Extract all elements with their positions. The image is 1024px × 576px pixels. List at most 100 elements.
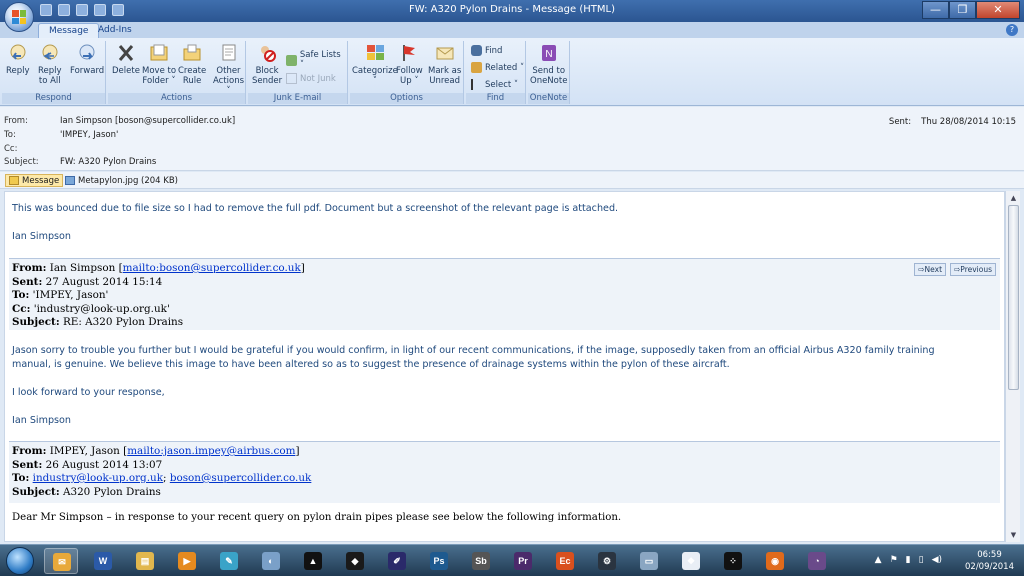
to-value[interactable]: 'IMPEY, Jason' (60, 130, 118, 140)
flag-tray-icon[interactable]: ⚑ (890, 555, 898, 565)
not-junk-button[interactable]: Not Junk (286, 73, 336, 84)
group-label-find: Find (466, 93, 525, 104)
cc-row: Cc: (4, 144, 18, 154)
window-title: FW: A320 Pylon Drains - Message (HTML) (409, 4, 615, 15)
close-button[interactable]: ✕ (976, 1, 1020, 19)
taskbar-app-notes[interactable]: ✎ (212, 548, 246, 574)
group-label-actions: Actions (108, 93, 245, 104)
cursor-icon (471, 79, 482, 90)
taskbar-app-outlook[interactable]: ✉ (44, 548, 78, 574)
tab-add-ins[interactable]: Add-Ins (88, 23, 142, 38)
attachment-message[interactable]: Message (5, 174, 64, 187)
rhombus-icon: ▲ (304, 552, 322, 570)
categorize-button[interactable]: Categorize ˅ (352, 43, 398, 86)
signature-1: Ian Simpson (12, 231, 71, 242)
group-label-options: Options (350, 93, 463, 104)
taskbar-app-steam[interactable]: ⚙ (590, 548, 624, 574)
taskbar-app-tor[interactable]: ◔ (800, 548, 834, 574)
minimize-button[interactable]: — (922, 1, 949, 19)
group-label-junk-email: Junk E-mail (248, 93, 347, 104)
taskbar-app-explorer[interactable]: ▤ (128, 548, 162, 574)
create-rule-button[interactable]: Create Rule (178, 43, 206, 86)
other-actions-button[interactable]: Other Actions ˅ (212, 43, 245, 96)
flag-icon (403, 45, 416, 61)
from-row: From: Ian Simpson [boson@supercollider.co… (4, 116, 236, 126)
move-to-folder-button[interactable]: Move to Folder ˅ (142, 43, 176, 86)
send-to-onenote-button[interactable]: N Send to OneNote (530, 43, 567, 86)
select-button[interactable]: Select ˅ (471, 79, 518, 90)
mailto-link-boson[interactable]: mailto:boson@supercollider.co.uk (123, 262, 301, 274)
taskbar-app-blackberry[interactable]: ⁘ (716, 548, 750, 574)
attachments-bar: Message Metapylon.jpg (204 KB) (0, 172, 1024, 189)
vertical-scrollbar[interactable]: ▲ ▼ (1005, 191, 1020, 542)
onenote-icon: N (541, 45, 556, 61)
attachment-metapylon[interactable]: Metapylon.jpg (204 KB) (62, 174, 181, 187)
previous-button[interactable]: ⇨Previous (950, 263, 996, 276)
delete-icon (118, 45, 134, 61)
mark-as-unread-button[interactable]: Mark as Unread (428, 43, 461, 86)
reply-icon (10, 44, 26, 60)
network-icon[interactable]: ▮ (906, 555, 911, 565)
subject-value: FW: A320 Pylon Drains (60, 157, 157, 167)
reply-all-button[interactable]: Reply to All (38, 43, 62, 86)
quoted-header-2: From: IMPEY, Jason [mailto:jason.impey@a… (9, 441, 1000, 503)
quoted-header-1: ⇨Next ⇨Previous From: Ian Simpson [mailt… (9, 258, 1000, 330)
delete-button[interactable]: Delete (112, 43, 140, 76)
taskbar-app-firefox[interactable]: ◉ (758, 548, 792, 574)
group-junk-email: Block Sender Safe Lists ˅ Not Junk Junk E… (248, 41, 348, 104)
taskbar-app-gamepad[interactable]: ◆ (338, 548, 372, 574)
taskbar-app-media[interactable]: ▶ (170, 548, 204, 574)
forward-button[interactable]: Forward (70, 43, 104, 76)
from-value[interactable]: Ian Simpson [boson@supercollider.co.uk] (60, 116, 235, 126)
help-icon[interactable]: ? (1006, 24, 1018, 36)
find-button[interactable]: Find (471, 45, 502, 56)
taskbar-app-rhombus[interactable]: ▲ (296, 548, 330, 574)
follow-up-button[interactable]: Follow Up ˅ (396, 43, 423, 86)
scroll-down-icon[interactable]: ▼ (1007, 529, 1020, 541)
taskbar-app-slides[interactable]: Ec (548, 548, 582, 574)
scroll-up-icon[interactable]: ▲ (1007, 192, 1020, 204)
volume-icon[interactable]: ◀) (932, 555, 942, 565)
pen-icon: ✐ (388, 552, 406, 570)
taskbar-app-word[interactable]: W (86, 548, 120, 574)
office-button[interactable] (4, 2, 34, 32)
to-row: To: 'IMPEY, Jason' (4, 130, 119, 140)
message-header: From: Ian Simpson [boson@supercollider.co… (0, 107, 1024, 171)
soundbooth-icon: Sb (472, 552, 490, 570)
clock-date: 02/09/2014 (965, 562, 1014, 572)
taskbar-app-photoshop[interactable]: Ps (422, 548, 456, 574)
group-respond: Reply Reply to All Forward Respond (2, 41, 106, 104)
related-icon (471, 62, 482, 73)
taskbar-app-premiere[interactable]: Pr (506, 548, 540, 574)
blackberry-icon: ⁘ (724, 552, 742, 570)
scroll-thumb[interactable] (1008, 205, 1019, 390)
maximize-button[interactable]: ❐ (949, 1, 976, 19)
outlook-icon: ✉ (53, 553, 71, 571)
link-boson[interactable]: boson@supercollider.co.uk (170, 472, 312, 484)
intro-paragraph: This was bounced due to file size so I h… (12, 203, 619, 214)
related-button[interactable]: Related ˅ (471, 62, 524, 73)
next-button[interactable]: ⇨Next (914, 263, 947, 276)
steam-icon: ⚙ (598, 552, 616, 570)
reply-all-icon (42, 44, 58, 60)
show-hidden-icon[interactable]: ▲ (875, 555, 882, 565)
taskbar-app-soundbooth[interactable]: Sb (464, 548, 498, 574)
clock[interactable]: 06:59 02/09/2014 (965, 549, 1014, 573)
notes-icon: ✎ (220, 552, 238, 570)
start-button[interactable] (6, 547, 34, 575)
not-junk-icon (286, 73, 297, 84)
taskbar-app-paint[interactable]: ◐ (254, 548, 288, 574)
message-body[interactable]: This was bounced due to file size so I h… (4, 191, 1005, 542)
safe-lists-button[interactable]: Safe Lists ˅ (286, 50, 347, 70)
block-sender-button[interactable]: Block Sender (252, 43, 282, 86)
slides-icon: Ec (556, 552, 574, 570)
taskbar-app-monitor[interactable]: ▭ (632, 548, 666, 574)
power-icon[interactable]: ▯ (919, 555, 924, 565)
mailto-link-impey[interactable]: mailto:jason.impey@airbus.com (127, 445, 295, 457)
create-rule-icon (183, 44, 201, 61)
tor-icon: ◔ (808, 552, 826, 570)
link-industry[interactable]: industry@look-up.org.uk (33, 472, 163, 484)
taskbar-app-image[interactable]: ❖ (674, 548, 708, 574)
taskbar-app-pen[interactable]: ✐ (380, 548, 414, 574)
reply-button[interactable]: Reply (6, 43, 30, 76)
